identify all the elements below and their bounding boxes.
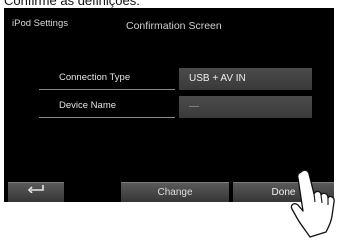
change-button[interactable]: Change <box>121 182 229 202</box>
instruction-caption: Confirme as definições. <box>4 0 140 8</box>
screen-title: iPod Settings <box>12 18 68 29</box>
connection-type-label: Connection Type <box>39 68 175 90</box>
manual-page: Confirme as definições. iPod Settings Co… <box>0 0 337 240</box>
back-arrow-icon <box>27 181 45 201</box>
back-button[interactable] <box>8 182 64 202</box>
device-screen: iPod Settings Confirmation Screen Connec… <box>4 8 334 202</box>
device-name-value: — <box>179 96 312 118</box>
pointing-hand-icon <box>290 168 336 240</box>
device-name-label: Device Name <box>39 96 175 118</box>
connection-type-value: USB + AV IN <box>179 68 312 90</box>
screen-subtitle: Confirmation Screen <box>126 20 222 32</box>
